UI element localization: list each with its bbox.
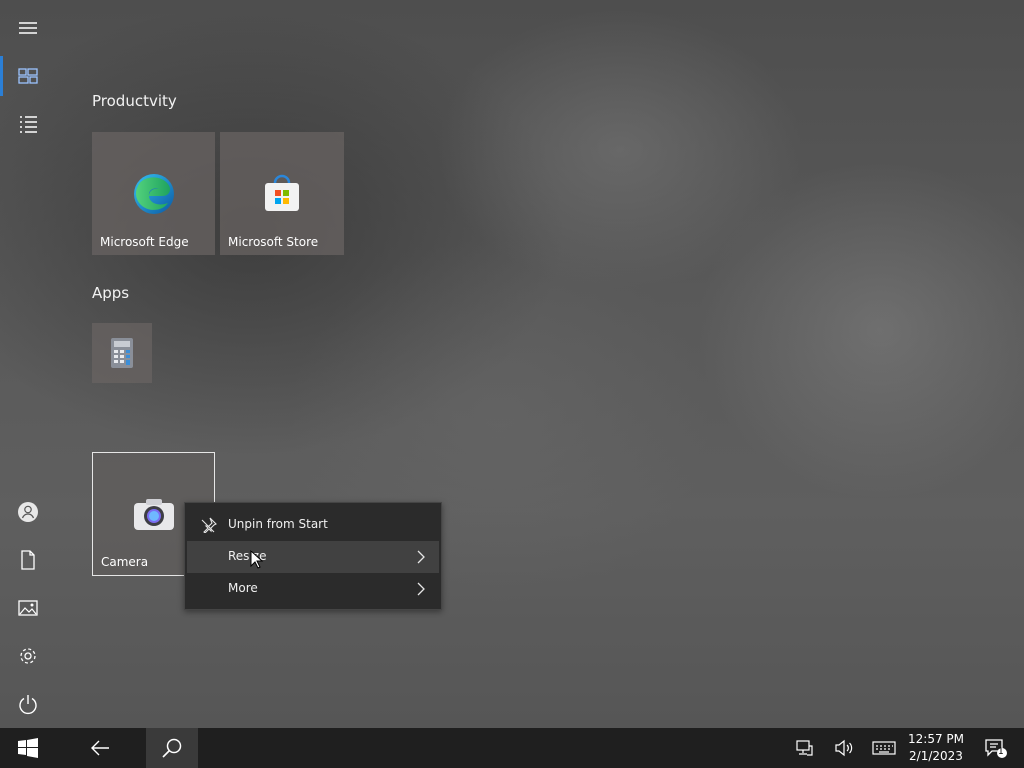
store-icon (262, 174, 302, 214)
gear-icon (20, 648, 36, 664)
tile-context-menu: Unpin from Start Resize More (184, 502, 442, 610)
notification-icon (985, 739, 1007, 758)
tile-calculator[interactable] (92, 323, 152, 383)
expand-menu-button[interactable] (0, 4, 56, 52)
keyboard-icon[interactable] (872, 738, 896, 758)
unpin-icon (201, 517, 217, 533)
tiles-icon (18, 68, 38, 84)
tile-microsoft-store[interactable]: Microsoft Store (220, 132, 344, 255)
group-title-apps[interactable]: Apps (92, 284, 129, 302)
menu-item-resize[interactable]: Resize (187, 541, 439, 573)
menu-item-label: Unpin from Start (228, 517, 328, 531)
settings-button[interactable] (0, 632, 56, 680)
user-account-button[interactable] (0, 488, 56, 536)
power-icon (19, 695, 37, 715)
tile-label: Camera (101, 555, 149, 569)
list-icon (20, 116, 37, 133)
calculator-icon (108, 337, 136, 369)
notification-count-badge: 1 (998, 747, 1004, 757)
menu-item-label: More (228, 581, 258, 595)
camera-icon (132, 496, 176, 532)
network-icon[interactable] (794, 738, 814, 758)
group-title-productivity[interactable]: Productvity (92, 92, 177, 110)
taskbar-clock[interactable]: 12:57 PM 2/1/2023 (900, 731, 972, 765)
start-button[interactable] (0, 728, 56, 768)
windows-logo-icon (18, 738, 38, 758)
taskbar: 12:57 PM 2/1/2023 1 (0, 728, 1024, 768)
power-button[interactable] (0, 680, 56, 728)
chevron-right-icon (417, 550, 425, 564)
hamburger-icon (19, 22, 37, 34)
clock-time: 12:57 PM (908, 732, 964, 746)
search-button[interactable] (146, 728, 198, 768)
menu-item-more[interactable]: More (187, 573, 439, 605)
start-left-rail (0, 0, 56, 728)
edge-icon (132, 172, 176, 216)
tile-label: Microsoft Edge (100, 235, 189, 249)
tile-label: Microsoft Store (228, 235, 319, 249)
document-icon (21, 550, 35, 570)
pictures-button[interactable] (0, 584, 56, 632)
back-arrow-icon (91, 740, 109, 756)
search-icon (162, 738, 182, 758)
tile-microsoft-edge[interactable]: Microsoft Edge (92, 132, 215, 255)
user-icon (18, 502, 38, 522)
pinned-tiles-button[interactable] (0, 52, 56, 100)
all-apps-button[interactable] (0, 100, 56, 148)
documents-button[interactable] (0, 536, 56, 584)
clock-date: 2/1/2023 (909, 749, 963, 763)
chevron-right-icon (417, 582, 425, 596)
pictures-icon (18, 600, 38, 616)
menu-item-unpin-from-start[interactable]: Unpin from Start (187, 509, 439, 541)
action-center-button[interactable]: 1 (976, 728, 1016, 768)
back-button[interactable] (76, 728, 124, 768)
mouse-cursor-icon (250, 550, 264, 569)
volume-icon[interactable] (834, 738, 854, 758)
